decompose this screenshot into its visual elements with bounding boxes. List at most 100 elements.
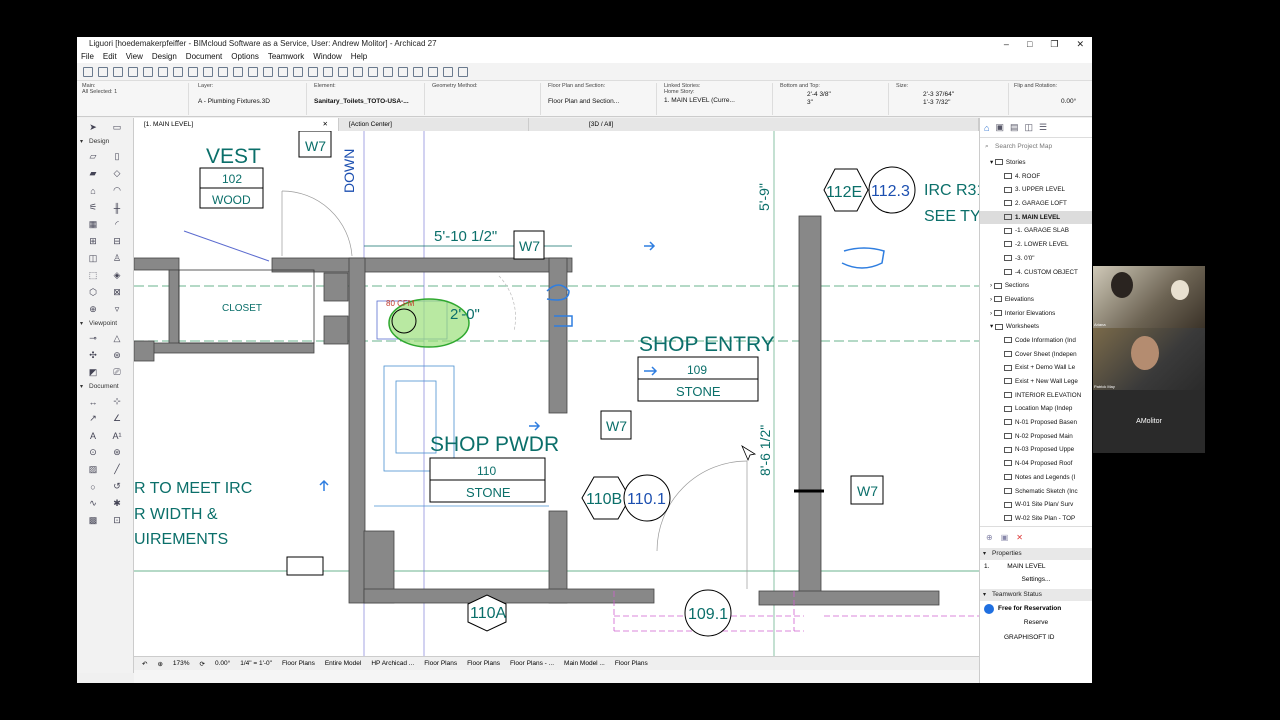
renovation-filter[interactable]: Floor Plans - ... xyxy=(510,660,554,667)
grid-icon[interactable] xyxy=(203,66,213,77)
fill-icon[interactable]: ▨ xyxy=(83,462,103,477)
menu-help[interactable]: Help xyxy=(351,51,367,63)
offset-icon[interactable] xyxy=(413,66,423,77)
project-map-search[interactable]: ⌕ Search Project Map xyxy=(983,140,1089,154)
close-button[interactable]: ✕ xyxy=(1076,37,1084,51)
opening-icon[interactable]: ⊠ xyxy=(107,285,127,300)
rotate-view-icon[interactable]: ⟳ xyxy=(200,660,205,668)
menu-window[interactable]: Window xyxy=(313,51,341,63)
properties-header[interactable]: Properties xyxy=(980,547,1092,560)
lock-icon[interactable] xyxy=(263,66,273,77)
new-view-icon[interactable]: ⊕ xyxy=(986,533,993,542)
story-item[interactable]: 3. UPPER LEVEL xyxy=(980,183,1092,197)
drawing-icon[interactable]: ⊡ xyxy=(107,513,127,528)
floor-plan-canvas[interactable]: CLOSET 80 CFM 2'-0" VEST 102 WOOD W7 DOW… xyxy=(134,131,979,656)
undo-icon[interactable] xyxy=(98,66,108,77)
worksheet-item[interactable]: N-04 Proposed Roof xyxy=(980,457,1092,471)
lamp-icon[interactable]: ♙ xyxy=(107,251,127,266)
inject-icon[interactable] xyxy=(143,66,153,77)
worksheet-item[interactable]: Code Information (Ind xyxy=(980,334,1092,348)
info-bottom-top[interactable]: Bottom and Top: 2'-4 3/8" 3" xyxy=(777,83,889,115)
menu-design[interactable]: Design xyxy=(152,51,177,63)
story-item[interactable]: -4. CUSTOM OBJECT xyxy=(980,266,1092,280)
roof-icon[interactable]: ⌂ xyxy=(83,183,103,198)
move-icon[interactable] xyxy=(278,66,288,77)
section-icon[interactable]: ⊸ xyxy=(83,331,103,346)
marker-icon[interactable]: ⊙ xyxy=(83,445,103,460)
story-item[interactable]: -2. LOWER LEVEL xyxy=(980,238,1092,252)
worksheet-item[interactable]: Schematic Sketch (Inc xyxy=(980,485,1092,499)
info-linked-stories[interactable]: Linked Stories: Home Story: 1. MAIN LEVE… xyxy=(661,83,773,115)
pen-set[interactable]: HP Archicad ... xyxy=(371,660,414,667)
zoom-level[interactable]: 173% xyxy=(173,660,190,667)
grid-element-icon[interactable]: ⊕ xyxy=(83,302,103,317)
wall-icon[interactable]: ▱ xyxy=(83,149,103,164)
line-icon[interactable]: ╱ xyxy=(107,462,127,477)
object-icon[interactable]: ◫ xyxy=(83,251,103,266)
menu-edit[interactable]: Edit xyxy=(103,51,117,63)
model-view-option[interactable]: Floor Plans xyxy=(424,660,457,667)
change-icon[interactable]: ⊛ xyxy=(107,445,127,460)
graphisoft-id[interactable]: GRAPHISOFT ID xyxy=(980,632,1092,644)
element-value[interactable]: Sanitary_Toilets_TOTO-USA-... xyxy=(314,98,424,105)
level-dimension-icon[interactable]: ⊹ xyxy=(107,394,127,409)
layer-combo-icon[interactable] xyxy=(218,66,228,77)
graphic-override[interactable]: Floor Plans xyxy=(615,660,648,667)
beam-icon[interactable]: ▰ xyxy=(83,166,103,181)
worksheet-item[interactable]: Exist + Demo Wall Le xyxy=(980,361,1092,375)
worksheet-item[interactable]: N-03 Proposed Uppe xyxy=(980,443,1092,457)
arc-icon[interactable]: ↺ xyxy=(107,479,127,494)
worksheet-item[interactable]: N-01 Proposed Basen xyxy=(980,416,1092,430)
menu-view[interactable]: View xyxy=(126,51,143,63)
figure-icon[interactable]: ▩ xyxy=(83,513,103,528)
stair-icon[interactable]: ⚟ xyxy=(83,200,103,215)
model-view[interactable]: Entire Model xyxy=(325,660,362,667)
snap-icon[interactable] xyxy=(188,66,198,77)
zoom-in-icon[interactable]: ⊕ xyxy=(157,660,162,668)
adjust-icon[interactable] xyxy=(368,66,378,77)
pick-up-icon[interactable] xyxy=(128,66,138,77)
menu-icon[interactable]: ☰ xyxy=(1039,122,1047,133)
door-icon[interactable]: ◜ xyxy=(107,217,127,232)
worksheet-item[interactable]: Location Map (Indep xyxy=(980,402,1092,416)
menu-file[interactable]: File xyxy=(81,51,94,63)
mirror-icon[interactable] xyxy=(308,66,318,77)
worksheet-item[interactable]: Exist + New Wall Lege xyxy=(980,375,1092,389)
text-icon[interactable]: A xyxy=(83,428,103,443)
zone-icon[interactable]: ⬚ xyxy=(83,268,103,283)
render-icon[interactable] xyxy=(458,66,468,77)
project-map-icon[interactable]: ⌂ xyxy=(984,123,989,133)
layout-book-icon[interactable]: ▤ xyxy=(1010,122,1019,133)
menu-options[interactable]: Options xyxy=(231,51,259,63)
multiply-icon[interactable] xyxy=(443,66,453,77)
rotate-icon[interactable] xyxy=(293,66,303,77)
detail-icon[interactable]: ◩ xyxy=(83,365,103,380)
document-section[interactable]: Document xyxy=(77,382,133,392)
reserve-button[interactable]: Reserve xyxy=(980,617,1092,629)
spline-icon[interactable]: ∿ xyxy=(83,496,103,511)
story-item[interactable]: -3. 0'0" xyxy=(980,252,1092,266)
structure-display[interactable]: Main Model ... xyxy=(564,660,605,667)
floorplan-value[interactable]: Floor Plan and Section... xyxy=(548,98,656,105)
redo-icon[interactable] xyxy=(113,66,123,77)
worksheet-item[interactable]: INTERIOR ELEVATION xyxy=(980,389,1092,403)
hotspot-icon[interactable]: ✱ xyxy=(107,496,127,511)
interior-elevation-icon[interactable]: ✣ xyxy=(83,348,103,363)
shell-icon[interactable]: ◠ xyxy=(107,183,127,198)
delete-icon[interactable]: ✕ xyxy=(1016,533,1023,542)
tab-action-center[interactable]: [Action Center] xyxy=(339,118,529,131)
tab-3d-all[interactable]: [3D / All] xyxy=(529,118,979,131)
size-height[interactable]: 1'-3 7/32" xyxy=(923,99,1008,106)
arrow-icon[interactable]: ➤ xyxy=(83,120,103,135)
window-icon[interactable]: ⊞ xyxy=(83,234,103,249)
intersect-icon[interactable] xyxy=(383,66,393,77)
publisher-icon[interactable]: ◫ xyxy=(1024,122,1033,133)
elevate-icon[interactable] xyxy=(338,66,348,77)
undo-view-icon[interactable]: ↶ xyxy=(142,660,147,668)
story-item[interactable]: 2. GARAGE LOFT xyxy=(980,197,1092,211)
info-layer[interactable]: Layer: A - Plumbing Fixtures.3D xyxy=(195,83,307,115)
design-section[interactable]: Design xyxy=(77,137,133,147)
story-item[interactable]: 4. ROOF xyxy=(980,170,1092,184)
angle-dimension-icon[interactable]: ∠ xyxy=(107,411,127,426)
mesh-icon[interactable]: ◈ xyxy=(107,268,127,283)
